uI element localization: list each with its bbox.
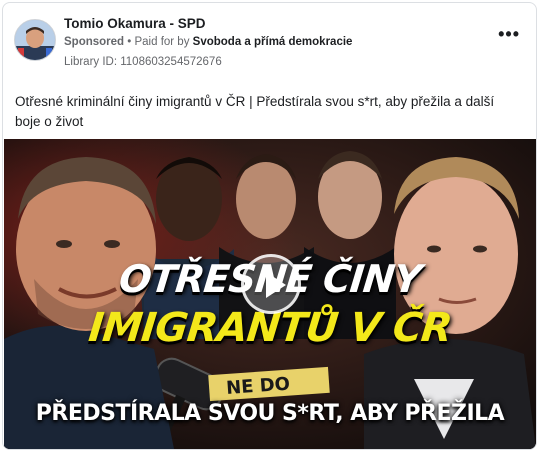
tape-text: NE DO xyxy=(225,374,290,399)
sponsor-line: Sponsored • Paid for by Svoboda a přímá … xyxy=(64,36,352,48)
play-triangle-icon xyxy=(266,272,286,298)
video-thumbnail[interactable]: NE DO OTŘESNÉ ČINY IMIGRANTŮ V ČR PŘEDST… xyxy=(4,139,536,449)
play-button-icon[interactable] xyxy=(241,254,301,314)
sponsored-label: Sponsored xyxy=(64,36,125,48)
more-options-icon[interactable]: ••• xyxy=(498,25,520,43)
separator: • xyxy=(124,36,135,48)
ad-card: Tomio Okamura - SPD Sponsored • Paid for… xyxy=(2,2,537,450)
payer-link[interactable]: Svoboda a přímá demokracie xyxy=(193,36,353,48)
page-name[interactable]: Tomio Okamura - SPD xyxy=(64,16,206,31)
video-subtitle: PŘEDSTÍRALA SVOU S*RT, ABY PŘEŽILA xyxy=(35,401,505,426)
library-id: Library ID: 1108603254572676 xyxy=(64,56,222,68)
avatar-image xyxy=(15,20,55,60)
page-avatar[interactable] xyxy=(14,19,56,61)
paid-for-prefix: Paid for by xyxy=(134,36,193,48)
post-caption: Otřesné kriminální činy imigrantů v ČR |… xyxy=(15,94,495,129)
